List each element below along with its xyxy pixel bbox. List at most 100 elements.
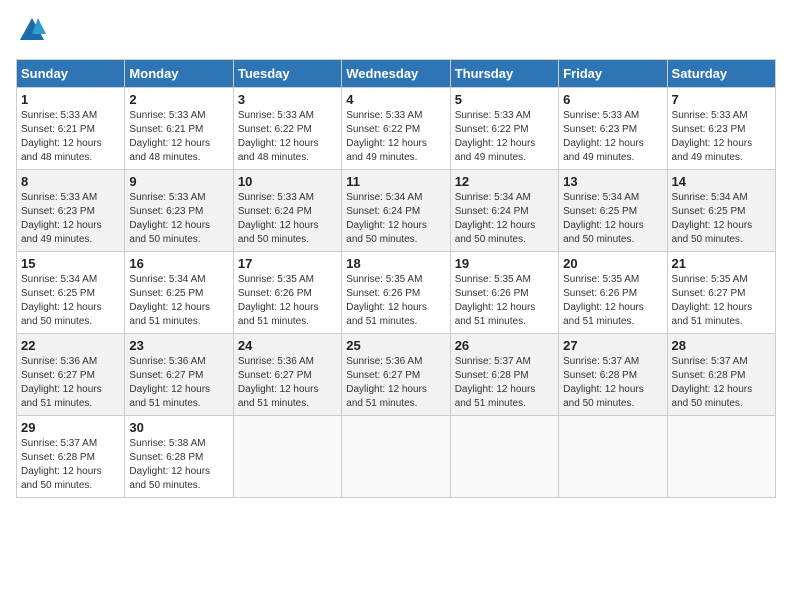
day-number: 8 (21, 174, 120, 189)
day-info: Sunrise: 5:36 AMSunset: 6:27 PMDaylight:… (129, 355, 228, 411)
calendar-cell: 21 Sunrise: 5:35 AMSunset: 6:27 PMDayligh… (667, 252, 775, 334)
page-header (16, 16, 776, 49)
day-number: 20 (563, 256, 662, 271)
calendar-week-row: 8 Sunrise: 5:33 AMSunset: 6:23 PMDaylight… (17, 170, 776, 252)
day-number: 17 (238, 256, 337, 271)
calendar-cell: 26 Sunrise: 5:37 AMSunset: 6:28 PMDayligh… (450, 334, 558, 416)
calendar-cell: 14 Sunrise: 5:34 AMSunset: 6:25 PMDayligh… (667, 170, 775, 252)
day-number: 23 (129, 338, 228, 353)
day-info: Sunrise: 5:33 AMSunset: 6:24 PMDaylight:… (238, 191, 337, 247)
calendar-cell: 15 Sunrise: 5:34 AMSunset: 6:25 PMDayligh… (17, 252, 125, 334)
calendar-body: 1 Sunrise: 5:33 AMSunset: 6:21 PMDaylight… (17, 88, 776, 498)
day-number: 29 (21, 420, 120, 435)
calendar-cell: 19 Sunrise: 5:35 AMSunset: 6:26 PMDayligh… (450, 252, 558, 334)
calendar-cell: 18 Sunrise: 5:35 AMSunset: 6:26 PMDayligh… (342, 252, 450, 334)
day-number: 26 (455, 338, 554, 353)
weekday-header: Monday (125, 60, 233, 88)
calendar-cell: 12 Sunrise: 5:34 AMSunset: 6:24 PMDayligh… (450, 170, 558, 252)
calendar-cell: 2 Sunrise: 5:33 AMSunset: 6:21 PMDaylight… (125, 88, 233, 170)
day-info: Sunrise: 5:37 AMSunset: 6:28 PMDaylight:… (455, 355, 554, 411)
calendar-cell: 27Sunrise: 5:37 AMSunset: 6:28 PMDayligh… (559, 334, 667, 416)
calendar-cell: 29 Sunrise: 5:37 AMSunset: 6:28 PMDayligh… (17, 416, 125, 498)
day-info: Sunrise: 5:33 AMSunset: 6:22 PMDaylight:… (238, 109, 337, 165)
calendar-cell: 4 Sunrise: 5:33 AMSunset: 6:22 PMDaylight… (342, 88, 450, 170)
calendar-cell: 5 Sunrise: 5:33 AMSunset: 6:22 PMDaylight… (450, 88, 558, 170)
day-number: 6 (563, 92, 662, 107)
day-info: Sunrise: 5:36 AMSunset: 6:27 PMDaylight:… (238, 355, 337, 411)
day-number: 4 (346, 92, 445, 107)
calendar-cell: 28 Sunrise: 5:37 AMSunset: 6:28 PMDayligh… (667, 334, 775, 416)
calendar-cell: 17 Sunrise: 5:35 AMSunset: 6:26 PMDayligh… (233, 252, 341, 334)
day-number: 30 (129, 420, 228, 435)
logo (16, 16, 46, 49)
day-number: 18 (346, 256, 445, 271)
calendar-cell (342, 416, 450, 498)
day-number: 7 (672, 92, 771, 107)
calendar-cell: 20Sunrise: 5:35 AMSunset: 6:26 PMDayligh… (559, 252, 667, 334)
day-info: Sunrise: 5:34 AMSunset: 6:25 PMDaylight:… (129, 273, 228, 329)
logo-icon (18, 16, 46, 44)
day-info: Sunrise: 5:34 AMSunset: 6:24 PMDaylight:… (346, 191, 445, 247)
calendar-cell: 6 Sunrise: 5:33 AMSunset: 6:23 PMDaylight… (559, 88, 667, 170)
calendar-cell (233, 416, 341, 498)
calendar-week-row: 22Sunrise: 5:36 AMSunset: 6:27 PMDayligh… (17, 334, 776, 416)
weekday-header: Friday (559, 60, 667, 88)
day-info: Sunrise: 5:35 AMSunset: 6:26 PMDaylight:… (455, 273, 554, 329)
calendar-cell: 9 Sunrise: 5:33 AMSunset: 6:23 PMDaylight… (125, 170, 233, 252)
calendar-cell: 3Sunrise: 5:33 AMSunset: 6:22 PMDaylight… (233, 88, 341, 170)
calendar-cell: 10 Sunrise: 5:33 AMSunset: 6:24 PMDayligh… (233, 170, 341, 252)
day-number: 1 (21, 92, 120, 107)
day-number: 10 (238, 174, 337, 189)
calendar-cell: 11 Sunrise: 5:34 AMSunset: 6:24 PMDayligh… (342, 170, 450, 252)
day-info: Sunrise: 5:34 AMSunset: 6:25 PMDaylight:… (672, 191, 771, 247)
day-number: 15 (21, 256, 120, 271)
day-info: Sunrise: 5:35 AMSunset: 6:26 PMDaylight:… (238, 273, 337, 329)
calendar-cell: 23 Sunrise: 5:36 AMSunset: 6:27 PMDayligh… (125, 334, 233, 416)
day-info: Sunrise: 5:33 AMSunset: 6:23 PMDaylight:… (563, 109, 662, 165)
day-info: Sunrise: 5:38 AMSunset: 6:28 PMDaylight:… (129, 437, 228, 493)
day-info: Sunrise: 5:33 AMSunset: 6:21 PMDaylight:… (21, 109, 120, 165)
day-number: 2 (129, 92, 228, 107)
day-number: 27 (563, 338, 662, 353)
day-number: 19 (455, 256, 554, 271)
calendar-cell: 22Sunrise: 5:36 AMSunset: 6:27 PMDayligh… (17, 334, 125, 416)
calendar-cell: 13 Sunrise: 5:34 AMSunset: 6:25 PMDayligh… (559, 170, 667, 252)
day-info: Sunrise: 5:37 AMSunset: 6:28 PMDaylight:… (21, 437, 120, 493)
calendar-cell: 16 Sunrise: 5:34 AMSunset: 6:25 PMDayligh… (125, 252, 233, 334)
weekday-header: Thursday (450, 60, 558, 88)
day-info: Sunrise: 5:33 AMSunset: 6:21 PMDaylight:… (129, 109, 228, 165)
day-info: Sunrise: 5:33 AMSunset: 6:23 PMDaylight:… (672, 109, 771, 165)
day-info: Sunrise: 5:33 AMSunset: 6:22 PMDaylight:… (346, 109, 445, 165)
calendar-cell: 8 Sunrise: 5:33 AMSunset: 6:23 PMDaylight… (17, 170, 125, 252)
day-number: 28 (672, 338, 771, 353)
day-number: 21 (672, 256, 771, 271)
weekday-header: Saturday (667, 60, 775, 88)
day-number: 13 (563, 174, 662, 189)
day-number: 5 (455, 92, 554, 107)
day-info: Sunrise: 5:33 AMSunset: 6:22 PMDaylight:… (455, 109, 554, 165)
calendar-cell (450, 416, 558, 498)
day-info: Sunrise: 5:33 AMSunset: 6:23 PMDaylight:… (129, 191, 228, 247)
calendar-week-row: 29 Sunrise: 5:37 AMSunset: 6:28 PMDayligh… (17, 416, 776, 498)
day-info: Sunrise: 5:33 AMSunset: 6:23 PMDaylight:… (21, 191, 120, 247)
day-info: Sunrise: 5:34 AMSunset: 6:24 PMDaylight:… (455, 191, 554, 247)
calendar-cell (559, 416, 667, 498)
day-info: Sunrise: 5:34 AMSunset: 6:25 PMDaylight:… (21, 273, 120, 329)
day-number: 9 (129, 174, 228, 189)
calendar-table: SundayMondayTuesdayWednesdayThursdayFrid… (16, 59, 776, 498)
weekday-header: Wednesday (342, 60, 450, 88)
day-info: Sunrise: 5:34 AMSunset: 6:25 PMDaylight:… (563, 191, 662, 247)
calendar-week-row: 1 Sunrise: 5:33 AMSunset: 6:21 PMDaylight… (17, 88, 776, 170)
day-number: 16 (129, 256, 228, 271)
day-info: Sunrise: 5:36 AMSunset: 6:27 PMDaylight:… (21, 355, 120, 411)
calendar-week-row: 15 Sunrise: 5:34 AMSunset: 6:25 PMDayligh… (17, 252, 776, 334)
day-info: Sunrise: 5:37 AMSunset: 6:28 PMDaylight:… (672, 355, 771, 411)
calendar-cell: 1 Sunrise: 5:33 AMSunset: 6:21 PMDaylight… (17, 88, 125, 170)
day-info: Sunrise: 5:35 AMSunset: 6:26 PMDaylight:… (346, 273, 445, 329)
day-info: Sunrise: 5:35 AMSunset: 6:27 PMDaylight:… (672, 273, 771, 329)
day-number: 11 (346, 174, 445, 189)
day-number: 12 (455, 174, 554, 189)
day-number: 14 (672, 174, 771, 189)
calendar-cell: 24Sunrise: 5:36 AMSunset: 6:27 PMDayligh… (233, 334, 341, 416)
calendar-cell: 7 Sunrise: 5:33 AMSunset: 6:23 PMDaylight… (667, 88, 775, 170)
